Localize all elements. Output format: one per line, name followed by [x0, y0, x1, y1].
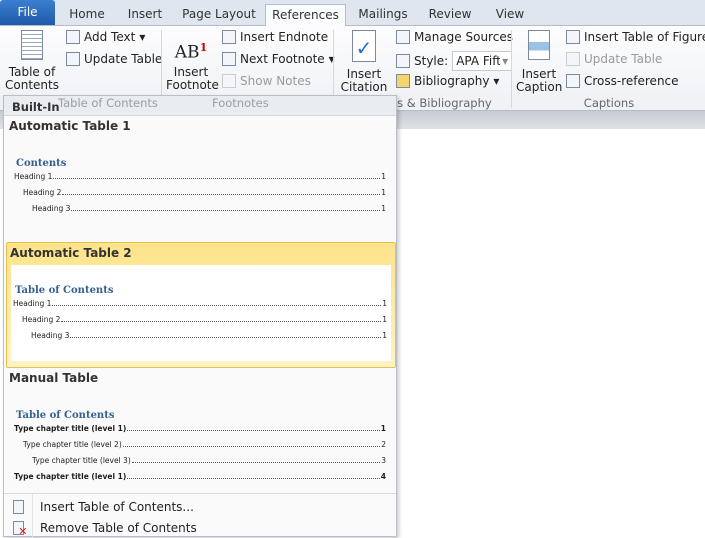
- group-label-captions: Captions: [583, 96, 635, 110]
- toc-gallery-dropdown: Built-In Automatic Table 1 Contents Head…: [3, 95, 397, 538]
- chevron-down-icon: ▾: [502, 54, 509, 68]
- gallery-item-automatic-table-1[interactable]: Automatic Table 1 Contents Heading 11 He…: [6, 116, 396, 242]
- manage-sources-label: Manage Sources: [414, 30, 513, 44]
- insert-endnote-label: Insert Endnote: [240, 30, 329, 44]
- update-figures-table-button: Update Table: [566, 52, 662, 66]
- show-notes-label: Show Notes: [240, 74, 311, 88]
- preview-title: Table of Contents: [15, 285, 114, 296]
- preview-title: Contents: [16, 158, 67, 169]
- endnote-icon: [222, 30, 236, 44]
- tab-view[interactable]: View: [490, 4, 530, 26]
- insert-endnote-button[interactable]: Insert Endnote: [222, 30, 328, 44]
- cross-reference-icon: [566, 74, 580, 88]
- add-text-label: Add Text: [84, 30, 136, 44]
- menu-label: Insert Table of Contents...: [40, 500, 194, 514]
- update-table-label: Update Table: [84, 52, 163, 66]
- group-label-toc: Table of Contents: [58, 96, 158, 110]
- style-control: Style: APA Fifth▾: [396, 51, 513, 71]
- preview-row: Heading 21: [22, 315, 387, 324]
- show-notes-button: Show Notes: [222, 74, 311, 88]
- tab-insert[interactable]: Insert: [122, 4, 168, 26]
- cross-reference-label: Cross-reference: [584, 74, 679, 88]
- preview-row: Heading 11: [13, 299, 387, 308]
- tab-file[interactable]: File: [0, 0, 55, 25]
- next-footnote-button[interactable]: Next Footnote ▾: [222, 52, 335, 66]
- style-value: APA Fifth: [456, 54, 500, 68]
- ribbon-tabs: File Home Insert Page Layout References …: [0, 0, 705, 27]
- tab-review[interactable]: Review: [424, 4, 476, 26]
- bibliography-icon: [396, 74, 410, 88]
- next-footnote-label: Next Footnote: [240, 52, 325, 66]
- preview-row: Type chapter title (level 3) 3: [32, 456, 386, 465]
- manage-sources-icon: [396, 30, 410, 44]
- gallery-item-title: Automatic Table 1: [9, 119, 131, 133]
- gallery-item-title: Manual Table: [9, 371, 99, 385]
- gallery-item-automatic-table-2[interactable]: Automatic Table 2 Table of Contents Head…: [6, 242, 396, 368]
- insert-table-of-figures-button[interactable]: Insert Table of Figures: [566, 30, 705, 44]
- toc-preview: Contents Heading 11 Heading 21 Heading 3…: [12, 138, 390, 238]
- insert-table-of-contents-item[interactable]: Insert Table of Contents...: [4, 497, 396, 517]
- insert-caption-label: Insert Caption: [516, 67, 563, 94]
- toc-preview: Table of Contents Type chapter title (le…: [12, 390, 390, 486]
- table-of-contents-button[interactable]: Table of Contents ▾: [4, 30, 60, 105]
- update-figures-table-label: Update Table: [584, 52, 663, 66]
- preview-row: Heading 21: [23, 188, 386, 197]
- toc-preview: Table of Contents Heading 11 Heading 21 …: [11, 265, 391, 361]
- citation-icon: ✓: [352, 30, 376, 62]
- gallery-item-title: Automatic Table 2: [10, 246, 132, 260]
- update-table-icon: [66, 52, 80, 66]
- preview-row: Heading 11: [14, 172, 386, 181]
- toc-label: Table of Contents: [5, 65, 59, 92]
- add-text-button[interactable]: Add Text ▾: [66, 30, 145, 44]
- insert-footnote-label: Insert Footnote: [166, 65, 219, 92]
- insert-citation-label: Insert Citation: [340, 67, 388, 94]
- insert-footnote-button[interactable]: AB1 Insert Footnote: [166, 34, 219, 92]
- insert-caption-button[interactable]: Insert Caption: [516, 30, 562, 94]
- preview-row: Heading 31: [31, 331, 387, 340]
- bibliography-label: Bibliography: [414, 74, 490, 88]
- gallery-item-manual-table[interactable]: Manual Table Table of Contents Type chap…: [6, 368, 396, 488]
- manage-sources-button[interactable]: Manage Sources: [396, 30, 513, 44]
- preview-row: Type chapter title (level 1) 4: [14, 472, 386, 481]
- cross-reference-button[interactable]: Cross-reference: [566, 74, 679, 88]
- table-of-figures-icon: [566, 30, 580, 44]
- preview-row: Type chapter title (level 1) 1: [14, 424, 386, 433]
- tab-references[interactable]: References: [265, 4, 346, 27]
- preview-row: Type chapter title (level 2) 2: [23, 440, 386, 449]
- footnote-icon: AB1: [174, 41, 208, 63]
- toc-icon: [21, 30, 43, 60]
- tab-home[interactable]: Home: [64, 4, 110, 26]
- menu-label: Remove Table of Contents: [40, 521, 197, 535]
- caption-icon: [528, 30, 550, 60]
- divider: [4, 493, 396, 494]
- tab-mailings[interactable]: Mailings: [354, 4, 412, 26]
- show-notes-icon: [222, 74, 236, 88]
- bibliography-button[interactable]: Bibliography ▾: [396, 74, 499, 88]
- preview-title: Table of Contents: [16, 410, 115, 421]
- tab-page-layout[interactable]: Page Layout: [180, 4, 258, 26]
- preview-row: Heading 31: [32, 204, 386, 213]
- update-table-icon: [566, 52, 580, 66]
- remove-document-icon: ✕: [4, 521, 32, 538]
- next-footnote-icon: [222, 52, 236, 66]
- style-icon: [396, 54, 410, 68]
- document-icon: [4, 500, 32, 514]
- update-table-button[interactable]: Update Table: [66, 52, 162, 66]
- style-select[interactable]: APA Fifth▾: [452, 51, 513, 71]
- style-label: Style:: [414, 54, 449, 68]
- group-label-footnotes: Footnotes: [212, 96, 269, 110]
- remove-table-of-contents-item[interactable]: ✕ Remove Table of Contents: [4, 518, 396, 538]
- insert-table-of-figures-label: Insert Table of Figures: [584, 30, 705, 44]
- add-text-icon: [66, 30, 80, 44]
